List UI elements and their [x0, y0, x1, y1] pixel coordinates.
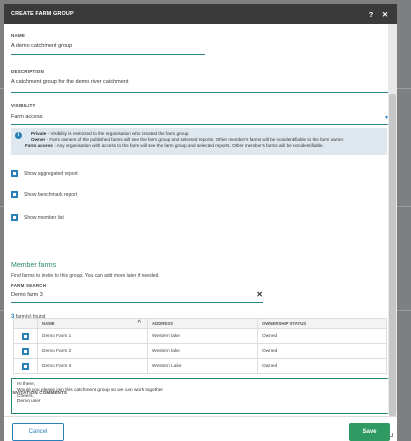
notice-owner-label: Owner [31, 137, 46, 143]
visibility-field: VISIBILITY Farm access ▼ [11, 103, 391, 125]
row-select-cell[interactable] [13, 343, 38, 359]
create-farm-group-dialog: CREATE FARM GROUP ? ✕ NAME A demo catchm… [4, 4, 397, 441]
dialog-footer: Cancel Save [4, 416, 397, 441]
option-label: Show benchmark report [24, 191, 78, 198]
dialog-title: CREATE FARM GROUP [11, 11, 74, 17]
checkbox[interactable] [11, 214, 18, 221]
close-icon[interactable]: ✕ [380, 9, 390, 19]
option-benchmark-report[interactable]: Show benchmark report [11, 191, 77, 198]
name-field: NAME A demo catchment group [11, 33, 205, 55]
row-checkbox[interactable] [22, 347, 29, 355]
farm-status-cell: Owned [257, 328, 387, 344]
visibility-select[interactable]: Farm access ▼ [11, 114, 391, 125]
help-icon[interactable]: ? [366, 9, 376, 19]
option-label: Show member list [24, 214, 64, 221]
description-field: DESCRIPTION A catchment group for the de… [11, 69, 391, 93]
farm-status-cell: Owned [257, 343, 387, 359]
table-header-row: NAME ^ ADDRESS OWNERSHIP STATUS [13, 318, 387, 329]
farm-search-field: FARM SEARCH Demo farm 3 ✕ [11, 283, 263, 303]
table-row[interactable]: Demo Farm 2 Western lake Owned [13, 343, 387, 359]
row-select-cell[interactable] [13, 358, 38, 374]
visibility-label: VISIBILITY [11, 103, 36, 108]
notice-farm-access: Farm access - Any organisation with acce… [25, 143, 383, 149]
farm-search-label: FARM SEARCH [11, 283, 47, 288]
notice-farm-access-text: - Any organisation with access to the fa… [52, 143, 324, 149]
invitation-comments-textarea[interactable]: Hi there, Would you please join this cat… [11, 378, 395, 414]
option-label: Show aggregated report [24, 170, 78, 177]
column-header-ownership[interactable]: OWNERSHIP STATUS [257, 318, 387, 329]
notice-farm-access-label: Farm access [25, 143, 53, 149]
description-label: DESCRIPTION [11, 69, 44, 74]
farm-name-cell: Demo Farm 3 [37, 358, 148, 374]
description-input[interactable]: A catchment group for the demo river cat… [11, 79, 391, 93]
save-button[interactable]: Save [349, 423, 390, 441]
table-row[interactable]: Demo Farm 3 Western Lake Owned [13, 358, 387, 374]
option-aggregated-report[interactable]: Show aggregated report [11, 170, 78, 177]
row-select-cell[interactable] [13, 328, 38, 344]
dialog-scrollbar[interactable] [388, 24, 397, 429]
select-column-header [13, 318, 38, 329]
row-checkbox[interactable] [22, 362, 29, 370]
farm-name-cell: Demo Farm 2 [37, 343, 148, 359]
table-row[interactable]: Demo Farm 1 Western lake Owned [13, 328, 387, 344]
checkbox[interactable] [11, 191, 18, 198]
notice-private-text: - Visibility is restricted to the organi… [46, 131, 190, 136]
row-checkbox[interactable] [22, 332, 29, 340]
dialog-body: NAME A demo catchment group DESCRIPTION … [4, 24, 391, 416]
info-icon: i [15, 132, 22, 139]
option-member-list[interactable]: Show member list [11, 214, 64, 221]
farm-address-cell: Western Lake [147, 358, 258, 374]
visibility-info-notice: i Private - Visibility is restricted to … [11, 128, 387, 155]
farm-address-cell: Western lake [147, 343, 258, 359]
column-header-address[interactable]: ADDRESS [147, 318, 258, 329]
member-farms-subtitle: Find farms to invite to this group. You … [11, 273, 160, 279]
dialog-header: CREATE FARM GROUP ? ✕ [4, 4, 397, 24]
checkbox[interactable] [11, 170, 18, 177]
farm-name-cell: Demo Farm 1 [37, 328, 148, 344]
name-input[interactable]: A demo catchment group [11, 43, 205, 55]
notice-owner-text: - Farm owners of the published farms wil… [45, 137, 345, 143]
column-header-name[interactable]: NAME ^ [37, 318, 148, 329]
visibility-value: Farm access [11, 114, 43, 120]
resize-handle-icon[interactable] [389, 433, 393, 437]
farms-table: NAME ^ ADDRESS OWNERSHIP STATUS Demo Far… [13, 318, 387, 374]
scrollbar-thumb[interactable] [389, 94, 396, 429]
farm-search-value: Demo farm 3 [11, 292, 43, 298]
clear-search-icon[interactable]: ✕ [256, 290, 263, 299]
farm-search-input[interactable]: Demo farm 3 ✕ [11, 290, 263, 303]
notice-private-label: Private [31, 131, 47, 136]
farm-status-cell: Owned [257, 358, 387, 374]
column-header-label: NAME [42, 321, 55, 326]
sort-up-icon[interactable]: ^ [137, 320, 141, 326]
farm-address-cell: Western lake [147, 328, 258, 344]
member-farms-heading: Member farms [11, 262, 57, 269]
cancel-button[interactable]: Cancel [12, 423, 64, 441]
name-label: NAME [11, 33, 26, 38]
